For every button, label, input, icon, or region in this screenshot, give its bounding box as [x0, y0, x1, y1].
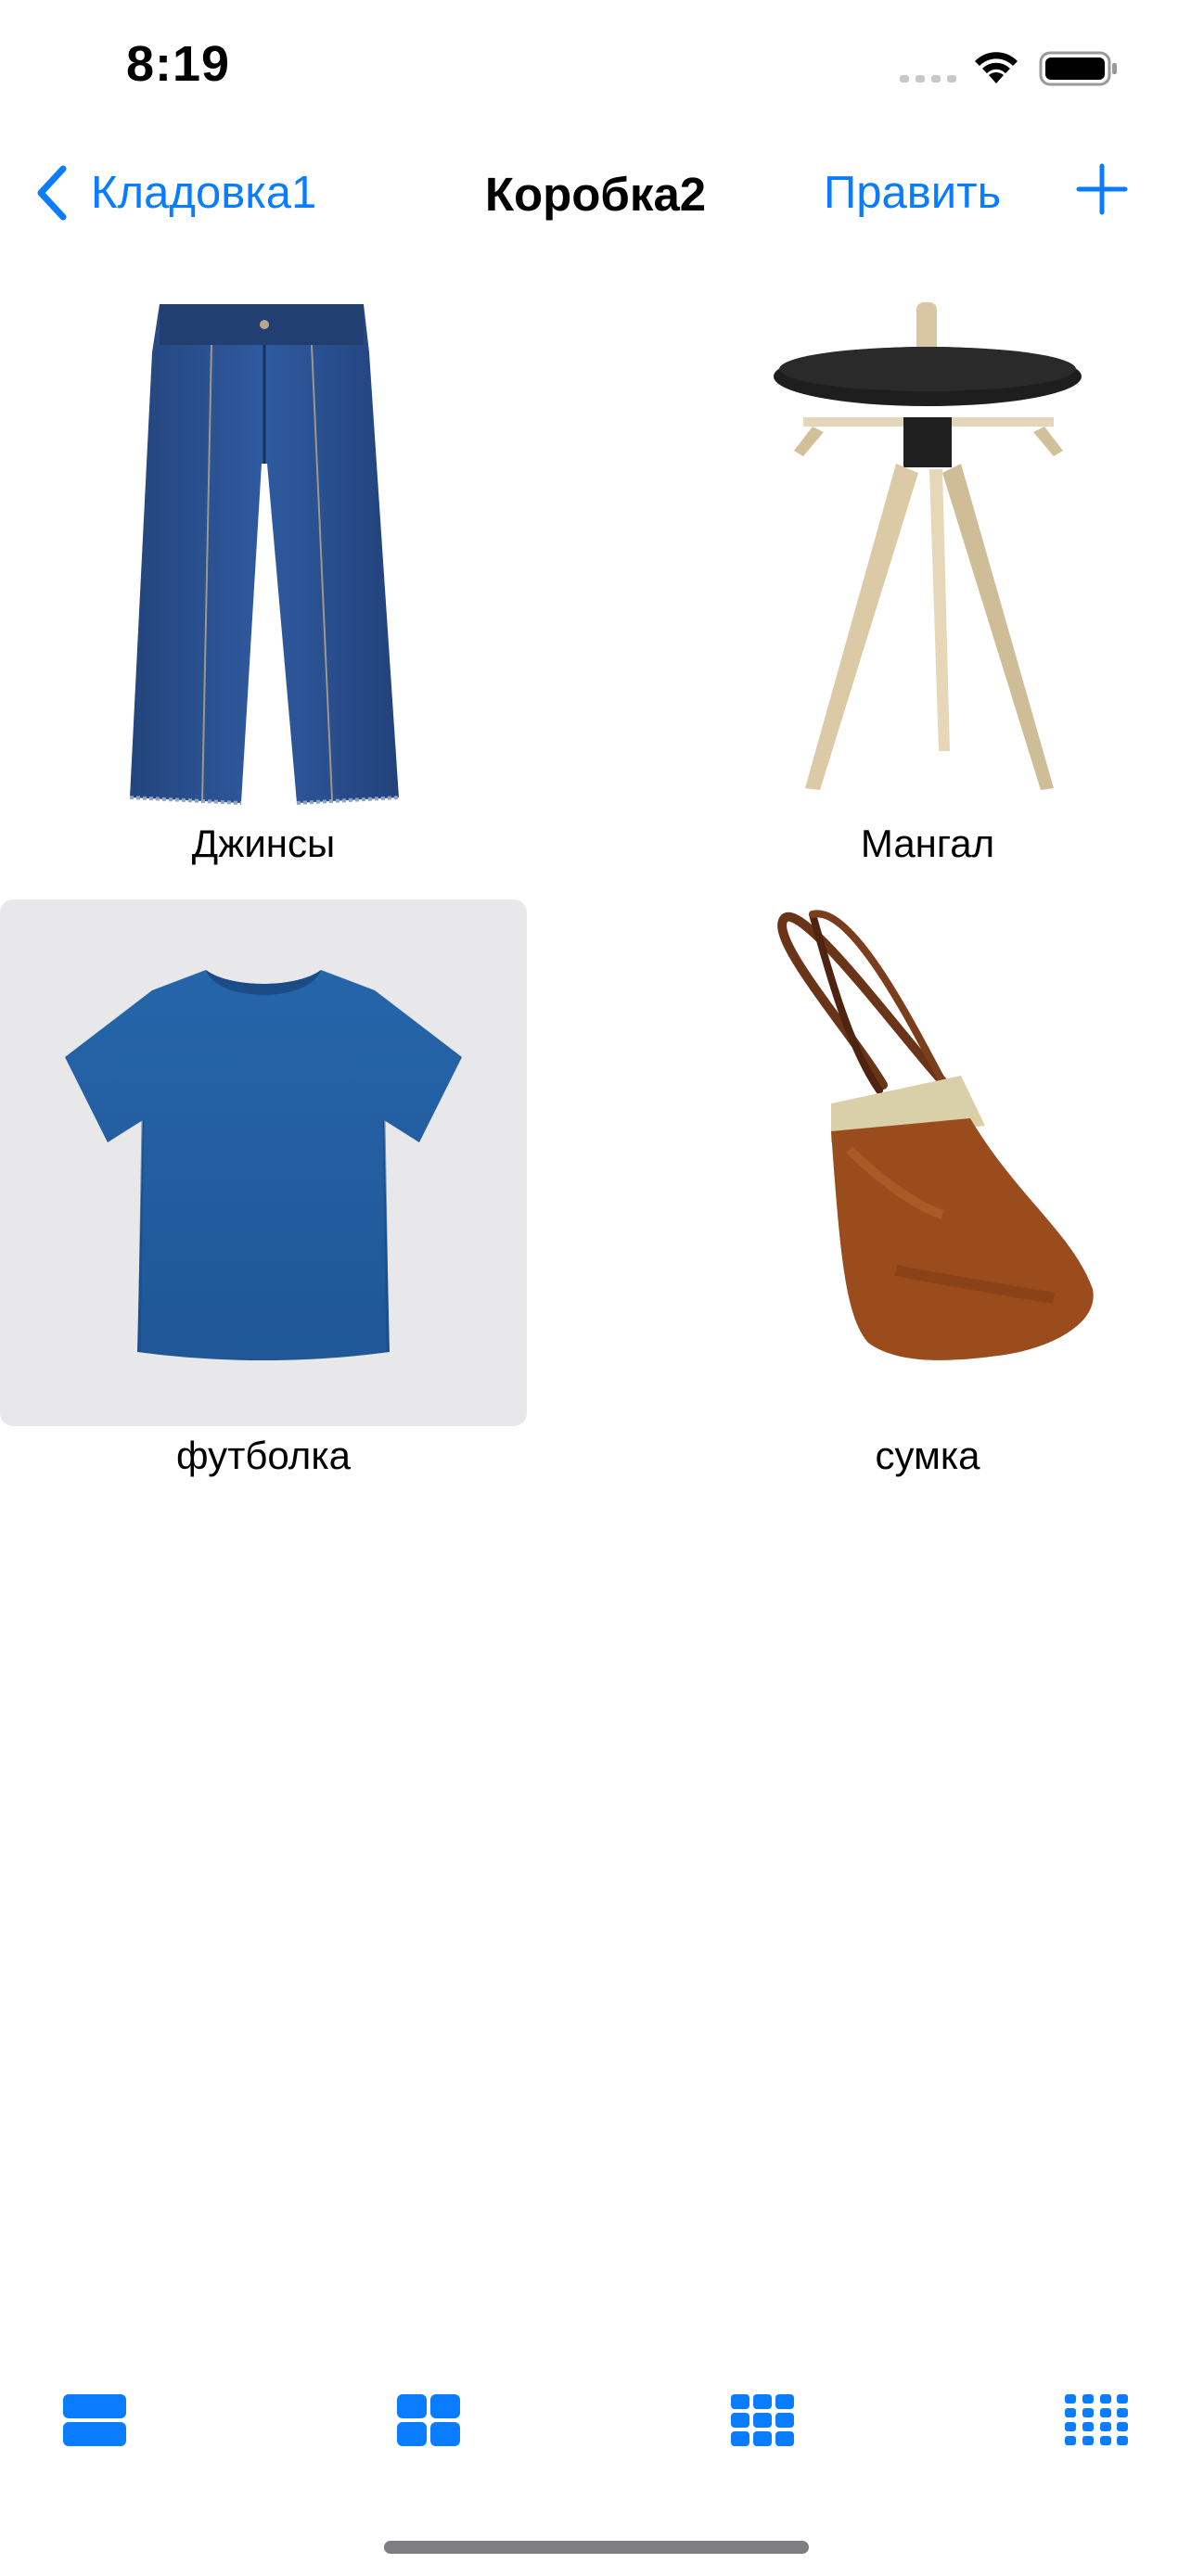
- status-bar: 8:19: [0, 0, 1191, 139]
- status-time: 8:19: [126, 36, 231, 92]
- grid-item-side-table[interactable]: Мангал: [664, 287, 1191, 866]
- grid-item-t-shirt[interactable]: футболка: [0, 899, 527, 1478]
- t-shirt-image: [65, 970, 462, 1360]
- navigation-bar: Кладовка1 Коробка2 Править: [0, 139, 1191, 250]
- item-label: Джинсы: [191, 822, 336, 865]
- layout-3-columns-button[interactable]: [729, 2392, 796, 2448]
- cellular-signal-icon: [900, 75, 956, 83]
- layout-4-columns-button[interactable]: [1063, 2392, 1130, 2448]
- layout-2-columns-icon: [397, 2394, 460, 2446]
- layout-2-columns-button[interactable]: [395, 2392, 462, 2448]
- edit-button[interactable]: Править: [824, 167, 1001, 219]
- item-label: футболка: [176, 1434, 351, 1477]
- layout-1-column-button[interactable]: [61, 2392, 128, 2448]
- item-label: сумка: [875, 1434, 980, 1477]
- plus-icon: [1076, 163, 1128, 215]
- item-label: Мангал: [860, 822, 995, 865]
- bottom-toolbar: [0, 2374, 1191, 2467]
- battery-icon: [1039, 51, 1117, 86]
- layout-3-columns-icon: [731, 2394, 794, 2446]
- grid-item-jeans[interactable]: Джинсы: [0, 287, 527, 866]
- item-thumbnail: [0, 287, 527, 814]
- grid-item-handbag[interactable]: сумка: [664, 899, 1191, 1478]
- jeans-image: [129, 304, 400, 805]
- wifi-icon: [975, 52, 1018, 83]
- item-thumbnail: [0, 899, 527, 1426]
- layout-4-columns-icon: [1065, 2394, 1128, 2445]
- layout-1-column-icon: [63, 2394, 126, 2446]
- side-table-image: [774, 302, 1082, 790]
- handbag-image: [777, 910, 1094, 1360]
- home-indicator[interactable]: [384, 2541, 809, 2554]
- item-thumbnail: [664, 287, 1191, 814]
- add-button[interactable]: [1076, 163, 1128, 215]
- item-thumbnail: [664, 899, 1191, 1426]
- page-title: Коробка2: [484, 168, 707, 221]
